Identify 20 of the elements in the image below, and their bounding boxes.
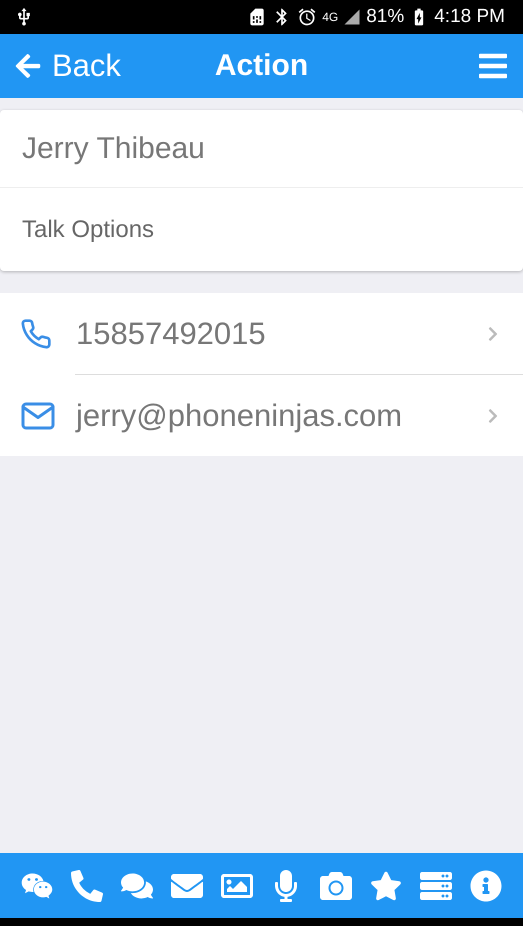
clock: 4:18 PM (434, 6, 505, 28)
contact-row[interactable]: jerry@phoneninjas.com (0, 375, 523, 456)
contact-name: Jerry Thibeau (22, 132, 205, 166)
info-button[interactable] (470, 870, 502, 902)
contact-row[interactable]: 15857492015 (0, 293, 523, 374)
phone-button[interactable] (70, 870, 103, 902)
camera-button[interactable] (320, 870, 352, 902)
phone-icon (20, 318, 52, 350)
card-subtitle: Talk Options (22, 216, 154, 244)
page-title: Action (214, 49, 308, 83)
network-type: 4G (322, 10, 338, 24)
star-button[interactable] (370, 870, 402, 902)
contact-value: 15857492015 (76, 316, 267, 352)
contact-value: jerry@phoneninjas.com (76, 398, 404, 434)
battery-percent: 81% (366, 6, 404, 28)
stack-button[interactable] (420, 870, 452, 902)
signal-icon (343, 8, 362, 26)
back-arrow-icon (14, 52, 42, 80)
back-button[interactable]: Back (14, 48, 121, 84)
alarm-icon (297, 7, 318, 27)
